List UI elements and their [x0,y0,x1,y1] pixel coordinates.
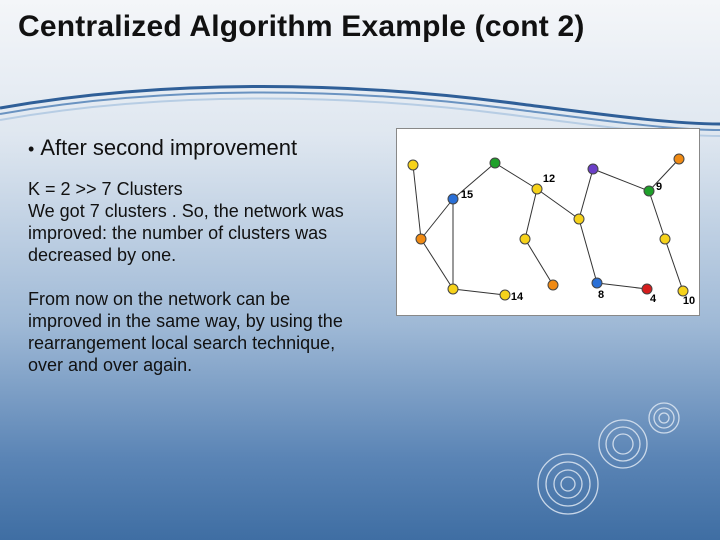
node-label-9: 9 [656,181,662,193]
node-label-15: 15 [461,189,473,201]
node-label-12: 12 [543,173,555,185]
node-label-8: 8 [598,289,604,301]
node [592,278,603,289]
node [408,160,419,171]
bullet-item: • After second improvement [28,135,368,161]
slide-title: Centralized Algorithm Example (cont 2) [18,10,702,44]
node [448,194,459,205]
node [660,234,671,245]
node-label-4: 4 [650,293,656,305]
paragraph-1: K = 2 >> 7 ClustersWe got 7 clusters . S… [28,179,368,267]
node [448,284,459,295]
slide: Centralized Algorithm Example (cont 2) •… [0,0,720,540]
bullet-marker: • [28,138,34,160]
node [574,214,585,225]
node [644,186,655,197]
node-label-10: 10 [683,295,695,307]
network-diagram: 15 12 9 14 8 4 10 [396,128,700,316]
node [588,164,599,175]
node-label-14: 14 [511,291,523,303]
text-column: • After second improvement K = 2 >> 7 Cl… [28,135,368,399]
bullet-text: After second improvement [40,135,297,161]
node [520,234,531,245]
paragraph-2: From now on the network can be improved … [28,289,368,377]
rings-decoration [528,386,698,526]
node [532,184,543,195]
node [674,154,685,165]
node [416,234,427,245]
node [548,280,559,291]
node [490,158,501,169]
node [500,290,511,301]
